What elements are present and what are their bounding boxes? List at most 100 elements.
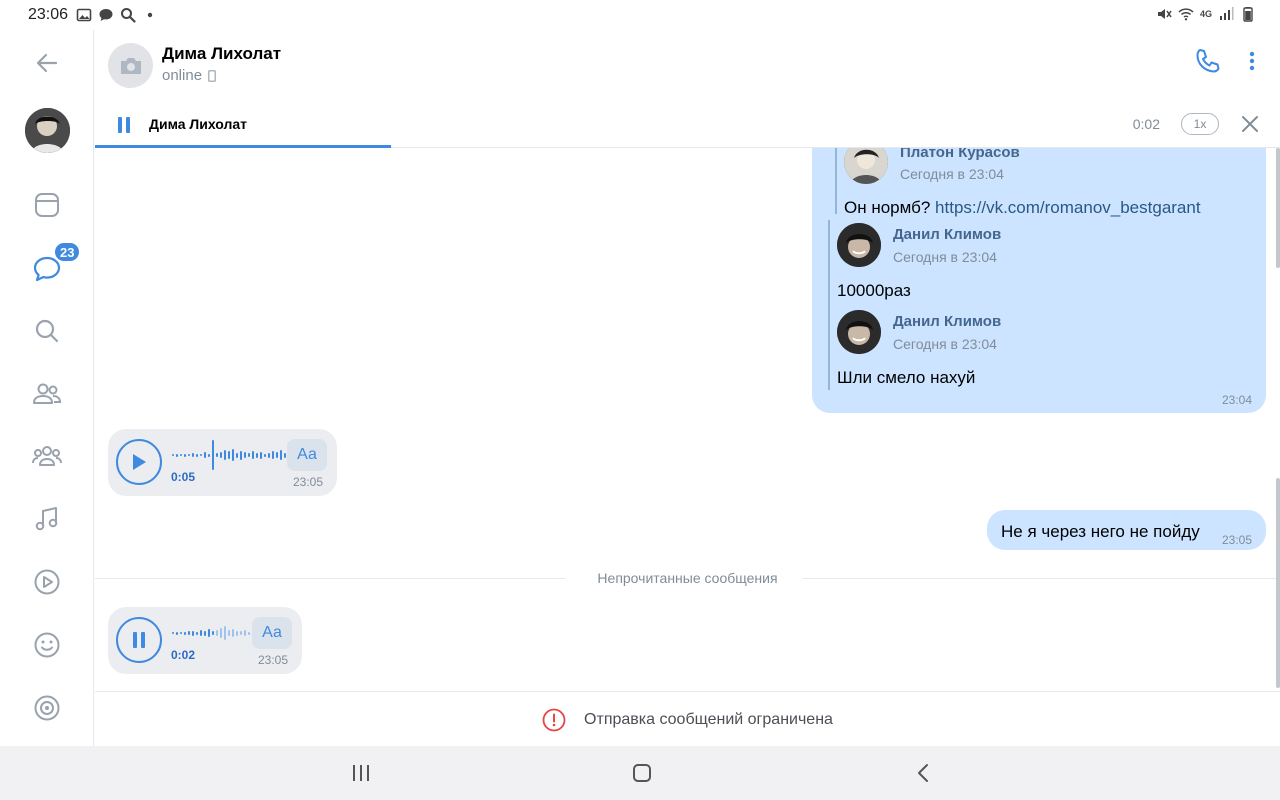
waveform-bar [228,451,230,459]
voice-pause-button[interactable] [116,617,162,663]
sidebar-item-communities[interactable] [32,441,62,471]
waveform-bar [184,453,186,457]
sidebar-item-news[interactable] [32,190,62,220]
more-vertical-icon [1249,51,1255,71]
play-circle-icon [34,569,60,595]
waveform-bar [264,453,266,457]
player-time: 0:02 [1132,116,1160,132]
system-back-button[interactable] [910,760,936,786]
forward-text: Он нормб? https://vk.com/romanov_bestgar… [844,198,1201,218]
more-menu-button[interactable] [1242,46,1262,76]
message-list[interactable]: Платон Курасов Сегодня в 23:04 Он нормб?… [95,148,1280,691]
mobile-icon [208,69,217,82]
waveform-bar [200,454,202,456]
communities-icon [32,446,62,466]
avatar-image [837,310,881,354]
forward-time: Сегодня в 23:04 [893,336,997,352]
waveform-bar [180,632,182,634]
friends-icon [33,383,62,404]
author-avatar[interactable] [837,223,881,267]
waveform-bar [204,452,206,458]
scrollbar[interactable] [1276,478,1280,688]
forward-author[interactable]: Данил Климов [893,226,1001,243]
waveform-bar [180,454,182,456]
chat-header: Дима Лихолат online [95,30,1280,102]
restricted-text: Отправка сообщений ограничена [584,711,833,728]
waveform-bar [232,629,234,637]
waveform-bar [188,631,190,635]
voice-play-button[interactable] [116,439,162,485]
forward-text: Шли смело нахуй [837,368,976,387]
recent-apps-icon [353,765,369,781]
waveform-bar [208,453,210,457]
search-icon [35,319,59,343]
music-note-icon [35,507,58,531]
forward-link[interactable]: https://vk.com/romanov_bestgarant [935,198,1201,217]
sidebar-item-stickers[interactable] [32,630,62,660]
player-speed-button[interactable]: 1x [1181,113,1219,135]
voice-duration: 0:05 [171,470,196,484]
waveform-bar [172,632,174,634]
arrow-left-icon [36,53,58,73]
forward-quote-line [835,148,837,214]
waveform-bar [176,453,178,457]
voice-waveform[interactable] [172,440,302,470]
waveform-bar [224,626,226,640]
camera-icon [120,57,141,74]
restricted-content: Отправка сообщений ограничена [95,708,1280,732]
player-close-button[interactable] [1240,114,1260,134]
player-pause-button[interactable] [115,116,133,134]
message-time: 23:05 [258,653,289,667]
waveform-bar [184,631,186,635]
unread-label: Непрочитанные сообщения [597,570,778,586]
waveform-bar [212,631,214,635]
transcribe-button[interactable]: Аа [287,439,327,471]
newsfeed-icon [35,193,59,217]
sidebar-item-services[interactable] [32,693,62,723]
system-navigation-bar [0,746,1280,800]
waveform-bar [260,451,262,459]
waveform-bar [196,631,198,635]
contact-avatar[interactable] [108,43,153,88]
recent-apps-button[interactable] [348,760,374,786]
status-system-icons: 4G [1156,6,1256,22]
call-button[interactable] [1192,46,1222,76]
waveform-bar [216,453,218,457]
waveform-bar [252,451,254,459]
author-avatar[interactable] [837,310,881,354]
sidebar-item-music[interactable] [32,504,62,534]
sidebar-item-video[interactable] [32,567,62,597]
forward-author[interactable]: Платон Курасов [900,148,1020,161]
forward-text: 10000раз [837,281,911,300]
left-sidebar: 23 [0,30,94,746]
phone-icon [1196,49,1220,73]
play-icon [133,454,146,470]
sidebar-item-friends[interactable] [32,379,62,409]
sidebar-item-search[interactable] [32,316,62,346]
pause-icon [118,117,130,133]
waveform-bar [256,452,258,458]
waveform-bar [236,452,238,458]
waveform-bar [220,452,222,458]
mute-icon [1157,9,1172,19]
profile-avatar[interactable] [25,108,70,153]
contact-name[interactable]: Дима Лихолат [162,44,281,64]
network-type: 4G [1199,8,1212,19]
waveform-bar [244,452,246,458]
message-time: 23:04 [1222,393,1253,407]
forward-time: Сегодня в 23:04 [893,249,997,265]
messages-unread-badge: 23 [53,241,82,263]
contact-status-text: online [162,67,203,84]
waveform-bar [240,631,242,635]
wifi-icon [1178,8,1194,21]
waveform-bar [236,630,238,636]
back-button[interactable] [32,48,62,78]
waveform-bar [224,450,226,460]
contact-status: online [162,67,217,84]
home-button[interactable] [629,760,655,786]
forward-author[interactable]: Данил Климов [893,313,1001,330]
transcribe-button[interactable]: Аа [252,617,292,649]
scrollbar[interactable] [1276,148,1280,268]
voice-duration: 0:02 [171,648,196,662]
messaging-restricted-bar: Отправка сообщений ограничена [95,691,1280,746]
